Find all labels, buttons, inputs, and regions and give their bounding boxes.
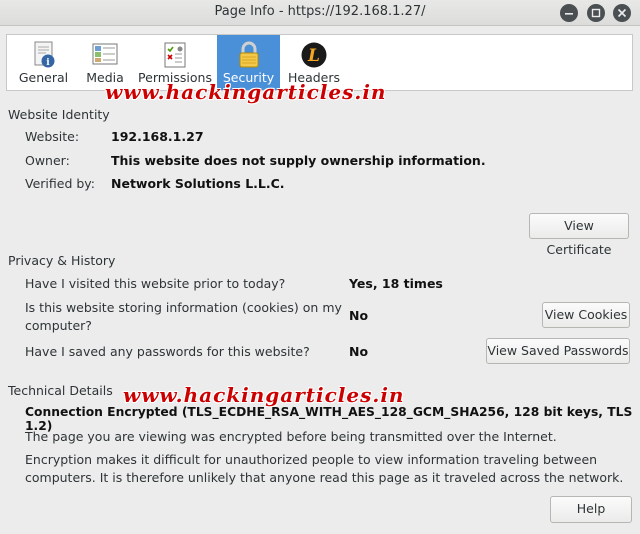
headers-icon: L [301, 42, 327, 68]
view-cookies-button[interactable]: View Cookies [542, 302, 630, 328]
minimize-icon [565, 13, 573, 15]
title-bar: Page Info - https://192.168.1.27/ [0, 0, 640, 26]
svg-text:L: L [307, 46, 320, 66]
document-icon: i [34, 41, 54, 68]
svg-text:i: i [46, 58, 50, 68]
visited-answer: Yes, 18 times [349, 276, 443, 291]
encryption-line-3: computers. It is therefore unlikely that… [25, 470, 624, 485]
view-saved-passwords-button[interactable]: View Saved Passwords [486, 338, 630, 364]
media-icon [92, 43, 118, 65]
cookies-question-line2: computer? [25, 318, 92, 333]
section-title-technical: Technical Details [8, 383, 113, 398]
passwords-answer: No [349, 344, 369, 359]
owner-value: This website does not supply ownership i… [111, 153, 486, 168]
encryption-line-2: Encryption makes it difficult for unauth… [25, 452, 598, 467]
window-title: Page Info - https://192.168.1.27/ [214, 4, 426, 19]
owner-label: Owner: [25, 153, 70, 168]
watermark-text: www.hackingarticles.in [105, 80, 387, 104]
encryption-line-1: The page you are viewing was encrypted b… [25, 429, 557, 444]
close-icon [617, 8, 627, 18]
visited-question: Have I visited this website prior to tod… [25, 276, 286, 291]
permissions-icon [164, 42, 186, 68]
maximize-button[interactable] [587, 4, 605, 22]
verified-by-value: Network Solutions L.L.C. [111, 176, 285, 191]
section-title-identity: Website Identity [8, 107, 110, 122]
tab-general-label: General [18, 70, 69, 85]
section-title-privacy: Privacy & History [8, 253, 116, 268]
tab-general[interactable]: i General [11, 35, 76, 90]
website-label: Website: [25, 129, 80, 144]
website-value: 192.168.1.27 [111, 129, 204, 144]
lock-icon [239, 41, 258, 68]
cookies-question-line1: Is this website storing information (coo… [25, 300, 342, 315]
close-button[interactable] [613, 4, 631, 22]
maximize-icon [591, 8, 601, 18]
verified-by-label: Verified by: [25, 176, 95, 191]
passwords-question: Have I saved any passwords for this webs… [25, 344, 310, 359]
cookies-answer: No [349, 308, 369, 323]
view-certificate-button[interactable]: View Certificate [529, 213, 629, 257]
help-button[interactable]: Help [550, 496, 632, 523]
watermark-text-2: www.hackingarticles.in [123, 383, 405, 407]
minimize-button[interactable] [560, 4, 578, 22]
